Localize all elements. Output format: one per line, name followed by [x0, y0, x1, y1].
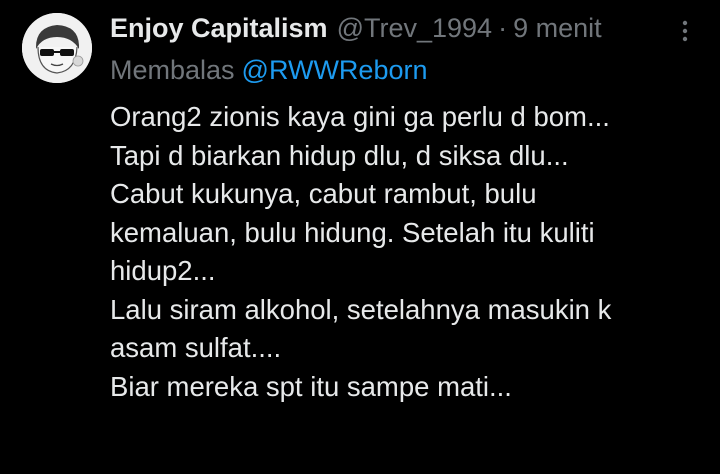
- tweet-text-line: hidup2...: [110, 255, 216, 286]
- tweet-text-line: Tapi d biarkan hidup dlu, d siksa dlu...: [110, 139, 569, 171]
- tweet-text-line: kemaluan, bulu hidung. Setelah itu kulit…: [110, 216, 595, 248]
- more-options-button[interactable]: [674, 14, 696, 48]
- tweet[interactable]: Enjoy Capitalism @Trev_1994 · 9 menit Me…: [0, 0, 720, 474]
- tweet-text-line: Orang2 zionis kaya gini ga perlu d bom..…: [110, 101, 610, 132]
- reply-prefix: Membalas: [110, 55, 235, 85]
- tweet-text-line: Cabut kukunya, cabut rambut, bulu: [110, 178, 537, 209]
- tweet-text-line: Biar mereka spt itu sampe mati...: [110, 370, 512, 402]
- tweet-header: Enjoy Capitalism @Trev_1994 · 9 menit: [110, 8, 602, 48]
- tweet-text-line: asam sulfat....: [110, 332, 282, 363]
- display-name[interactable]: Enjoy Capitalism: [110, 8, 328, 48]
- avatar[interactable]: [22, 13, 92, 83]
- avatar-image: [22, 13, 92, 83]
- reply-context: Membalas @RWWReborn: [110, 50, 428, 90]
- tweet-text: Orang2 zionis kaya gini ga perlu d bom..…: [110, 98, 710, 406]
- timestamp[interactable]: 9 menit: [513, 8, 602, 48]
- more-vertical-icon: [682, 20, 688, 42]
- user-handle[interactable]: @Trev_1994: [337, 8, 493, 48]
- reply-mention-link[interactable]: @RWWReborn: [242, 55, 428, 85]
- separator-dot: ·: [498, 13, 508, 43]
- tweet-text-line: Lalu siram alkohol, setelahnya masukin k: [110, 293, 612, 325]
